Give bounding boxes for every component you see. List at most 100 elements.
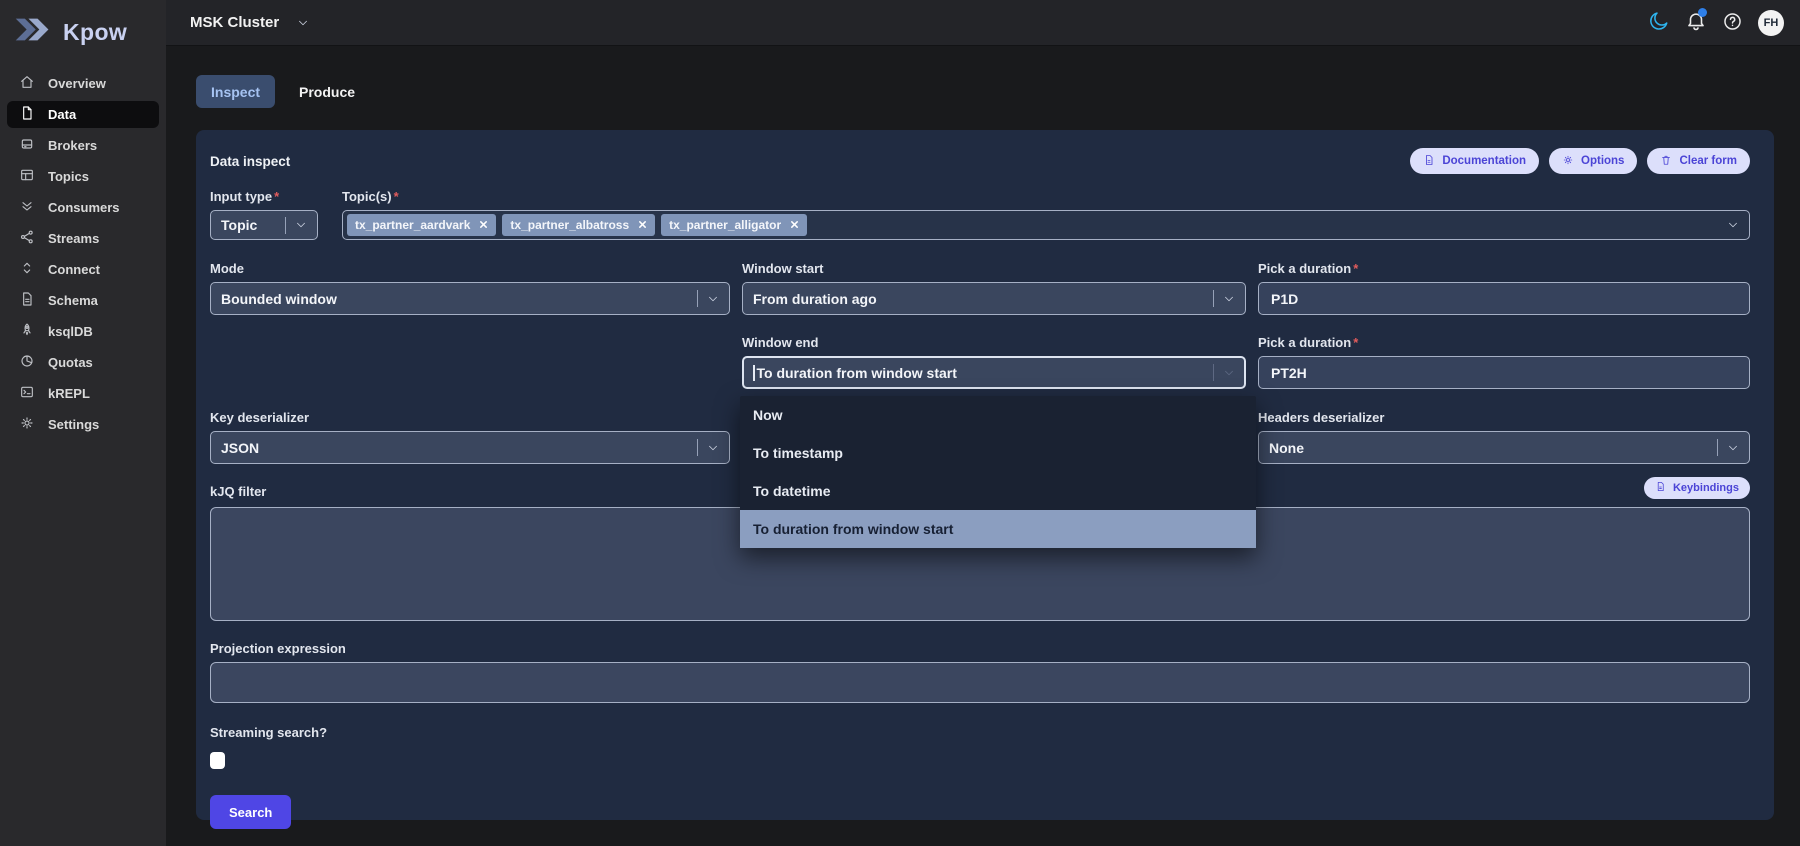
streaming-search-label: Streaming search? <box>210 725 328 740</box>
remove-tag-icon[interactable] <box>638 218 647 232</box>
select-divider <box>1717 439 1718 456</box>
cluster-selector[interactable]: MSK Cluster <box>190 14 309 31</box>
remove-tag-icon[interactable] <box>790 218 799 232</box>
sidebar-item-label: Connect <box>48 262 100 277</box>
row-input-topics: Input type * Topic Topic(s) * tx_partner_ <box>210 189 1750 240</box>
main-content: Inspect Produce Data inspect Documentati… <box>166 46 1800 846</box>
documentation-button[interactable]: Documentation <box>1410 148 1540 174</box>
sidebar-item-consumers[interactable]: Consumers <box>7 194 159 221</box>
sidebar-item-krepl[interactable]: kREPL <box>7 380 159 407</box>
chevron-down-icon <box>1223 293 1235 305</box>
input-type-value: Topic <box>221 217 258 233</box>
sidebar-item-topics[interactable]: Topics <box>7 163 159 190</box>
required-marker: * <box>1353 261 1359 276</box>
input-type-select[interactable]: Topic <box>210 210 318 240</box>
tab-bar: Inspect Produce <box>166 46 1800 108</box>
form-actions: Documentation Options Clear form <box>1410 148 1750 174</box>
sidebar-item-label: Brokers <box>48 138 98 153</box>
menu-option-to-datetime[interactable]: To datetime <box>740 472 1256 510</box>
field-duration-end: Pick a duration * PT2H <box>1258 335 1750 389</box>
sidebar-item-label: Quotas <box>48 355 93 370</box>
window-end-select[interactable]: To duration from window start <box>742 356 1246 389</box>
pie-chart-icon <box>19 353 35 372</box>
data-inspect-card: Data inspect Documentation Options Clear… <box>196 130 1774 829</box>
button-label: Options <box>1581 155 1625 167</box>
projection-label: Projection expression <box>210 641 346 656</box>
topbar: MSK Cluster FH <box>166 0 1800 46</box>
headers-deserializer-label: Headers deserializer <box>1258 410 1385 425</box>
brand-name: Kpow <box>63 18 128 45</box>
field-mode: Mode Bounded window <box>210 261 730 315</box>
sidebar-item-quotas[interactable]: Quotas <box>7 349 159 376</box>
button-label: Documentation <box>1442 155 1527 167</box>
duration-start-input[interactable]: P1D <box>1258 282 1750 315</box>
keybindings-button[interactable]: Keybindings <box>1643 477 1750 499</box>
remove-tag-icon[interactable] <box>479 218 488 232</box>
menu-option-now[interactable]: Now <box>740 396 1256 434</box>
kjq-filter-label: kJQ filter <box>210 484 267 499</box>
menu-option-to-timestamp[interactable]: To timestamp <box>740 434 1256 472</box>
topic-tag: tx_partner_alligator <box>661 214 808 236</box>
sidebar-item-label: Overview <box>48 76 106 91</box>
row-mode-windowstart: Mode Bounded window Window start From du… <box>210 261 1750 315</box>
duration-start-label: Pick a duration * <box>1258 261 1359 276</box>
duration-start-value: P1D <box>1271 290 1299 307</box>
sidebar-item-label: ksqlDB <box>48 324 93 339</box>
document-icon <box>1423 154 1435 169</box>
sidebar-item-connect[interactable]: Connect <box>7 256 159 283</box>
sidebar-item-streams[interactable]: Streams <box>7 225 159 252</box>
tab-produce[interactable]: Produce <box>299 75 355 108</box>
help-button[interactable] <box>1722 11 1743 35</box>
table-icon <box>19 167 35 186</box>
rocket-icon <box>19 322 35 341</box>
dark-mode-toggle[interactable] <box>1648 10 1670 35</box>
window-end-value: To duration from window start <box>756 364 957 381</box>
document-icon <box>1655 481 1666 495</box>
streaming-search-checkbox[interactable] <box>210 752 225 769</box>
user-avatar[interactable]: FH <box>1758 9 1784 36</box>
chevron-down-icon <box>1727 442 1739 454</box>
window-start-select[interactable]: From duration ago <box>742 282 1246 315</box>
cluster-name: MSK Cluster <box>190 14 280 31</box>
search-button[interactable]: Search <box>210 795 292 829</box>
sidebar-item-label: Schema <box>48 293 98 308</box>
chevron-down-icon <box>1727 219 1739 231</box>
chevrons-up-down-icon <box>19 260 35 279</box>
clear-form-button[interactable]: Clear form <box>1647 148 1750 174</box>
window-start-label: Window start <box>742 261 824 276</box>
topics-label: Topic(s) * <box>342 189 399 204</box>
tab-label: Produce <box>299 83 356 100</box>
sidebar-item-label: kREPL <box>48 386 90 401</box>
headers-deserializer-select[interactable]: None <box>1258 431 1750 464</box>
sidebar-item-label: Settings <box>48 417 100 432</box>
moon-icon <box>1648 10 1670 35</box>
duration-end-input[interactable]: PT2H <box>1258 356 1750 389</box>
field-duration-start: Pick a duration * P1D <box>1258 261 1750 315</box>
sidebar-item-label: Data <box>48 107 77 122</box>
tab-inspect[interactable]: Inspect <box>196 75 276 108</box>
projection-input[interactable] <box>210 662 1750 703</box>
menu-option-to-duration-from-window-start[interactable]: To duration from window start <box>740 510 1256 548</box>
window-end-dropdown-menu: Now To timestamp To datetime To duration… <box>740 396 1256 548</box>
sidebar-item-overview[interactable]: Overview <box>7 70 159 97</box>
required-marker: * <box>274 189 280 204</box>
sidebar-item-ksqldb[interactable]: ksqlDB <box>7 318 159 345</box>
sidebar-item-schema[interactable]: Schema <box>7 287 159 314</box>
chevron-down-icon <box>707 293 719 305</box>
required-marker: * <box>393 189 399 204</box>
sidebar-item-label: Consumers <box>48 200 120 215</box>
avatar-initials: FH <box>1763 16 1779 29</box>
topics-multiselect[interactable]: tx_partner_aardvark tx_partner_albatross… <box>342 210 1750 240</box>
options-button[interactable]: Options <box>1549 148 1638 174</box>
notifications-button[interactable] <box>1685 8 1707 35</box>
sidebar-item-data[interactable]: Data <box>7 101 159 128</box>
home-icon <box>19 74 35 93</box>
button-label: Keybindings <box>1672 482 1739 494</box>
key-deserializer-select[interactable]: JSON <box>210 431 730 464</box>
sidebar-item-settings[interactable]: Settings <box>7 411 159 438</box>
mode-select[interactable]: Bounded window <box>210 282 730 315</box>
card-header: Data inspect Documentation Options Clear… <box>210 142 1750 180</box>
duration-end-label: Pick a duration * <box>1258 335 1359 350</box>
sidebar-item-brokers[interactable]: Brokers <box>7 132 159 159</box>
button-label: Clear form <box>1679 155 1737 167</box>
